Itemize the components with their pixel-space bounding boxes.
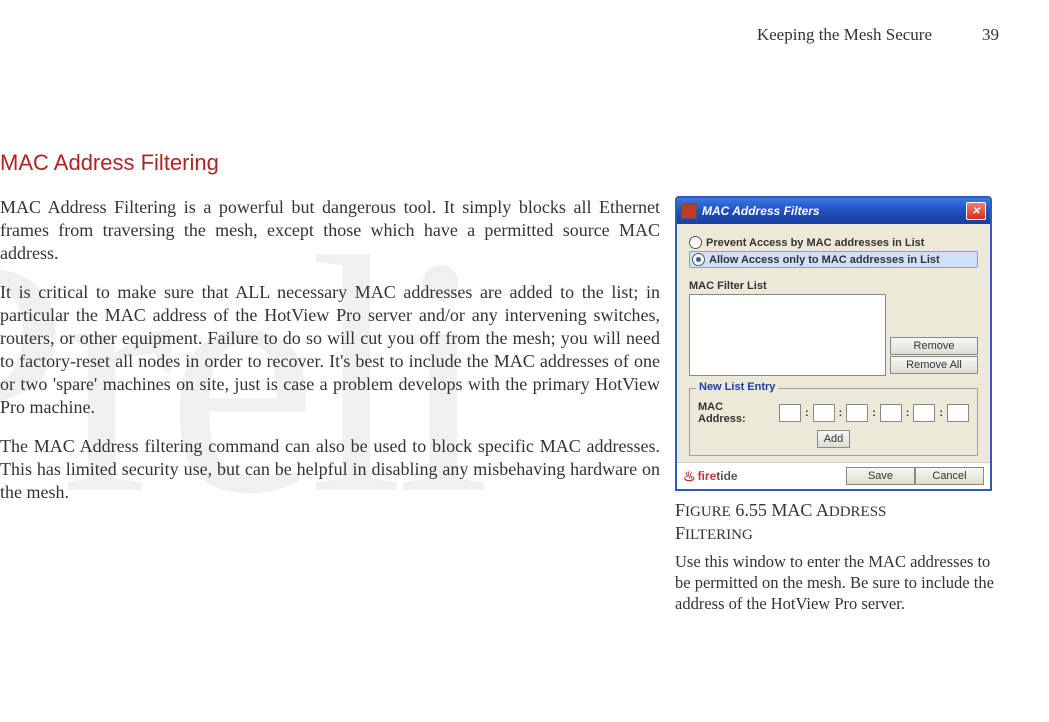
mac-filter-list-label: MAC Filter List [689, 280, 978, 292]
radio-icon [689, 236, 702, 249]
mac-address-filters-dialog: MAC Address Filters ✕ Prevent Access by … [675, 196, 992, 491]
figure-column: MAC Address Filters ✕ Prevent Access by … [675, 196, 1000, 614]
mac-address-label: MAC Address: [698, 401, 773, 425]
mac-octet-input[interactable] [779, 404, 801, 422]
mac-octet-input[interactable] [880, 404, 902, 422]
dialog-body: Prevent Access by MAC addresses in List … [677, 224, 990, 462]
radio-label: Allow Access only to MAC addresses in Li… [709, 254, 940, 266]
figure-description: Use this window to enter the MAC address… [675, 551, 1000, 614]
close-icon[interactable]: ✕ [966, 202, 986, 220]
save-button[interactable]: Save [846, 467, 915, 485]
firetide-logo: ♨ firetide [683, 468, 738, 485]
header-section-title: Keeping the Mesh Secure [757, 25, 932, 45]
mac-octet-input[interactable] [913, 404, 935, 422]
fieldset-legend: New List Entry [696, 381, 778, 393]
radio-icon [692, 253, 705, 266]
mac-octet-input[interactable] [947, 404, 969, 422]
dialog-titlebar: MAC Address Filters ✕ [677, 198, 990, 224]
dialog-title: MAC Address Filters [702, 204, 961, 218]
paragraph: The MAC Address filtering command can al… [0, 435, 660, 504]
body-text-column: MAC Address Filtering is a powerful but … [0, 196, 660, 520]
remove-button[interactable]: Remove [890, 337, 978, 355]
radio-allow-access[interactable]: Allow Access only to MAC addresses in Li… [689, 251, 978, 268]
section-title: MAC Address Filtering [0, 150, 1009, 176]
mac-filter-listbox[interactable] [689, 294, 886, 376]
new-list-entry-group: New List Entry MAC Address: : : : : : Ad… [689, 388, 978, 456]
paragraph: It is critical to make sure that ALL nec… [0, 281, 660, 419]
paragraph: MAC Address Filtering is a powerful but … [0, 196, 660, 265]
dialog-footer: ♨ firetide Save Cancel [677, 462, 990, 489]
mac-octet-input[interactable] [846, 404, 868, 422]
page-header: Keeping the Mesh Secure 39 [0, 25, 999, 45]
remove-all-button[interactable]: Remove All [890, 356, 978, 374]
app-icon [681, 203, 697, 219]
flame-icon: ♨ [683, 468, 696, 485]
figure-caption: FIGURE 6.55 MAC ADDRESS FILTERING [675, 499, 1000, 545]
mac-octet-input[interactable] [813, 404, 835, 422]
cancel-button[interactable]: Cancel [915, 467, 984, 485]
radio-label: Prevent Access by MAC addresses in List [706, 237, 924, 249]
page-number: 39 [982, 25, 999, 45]
add-button[interactable]: Add [817, 430, 851, 448]
radio-prevent-access[interactable]: Prevent Access by MAC addresses in List [689, 236, 978, 249]
